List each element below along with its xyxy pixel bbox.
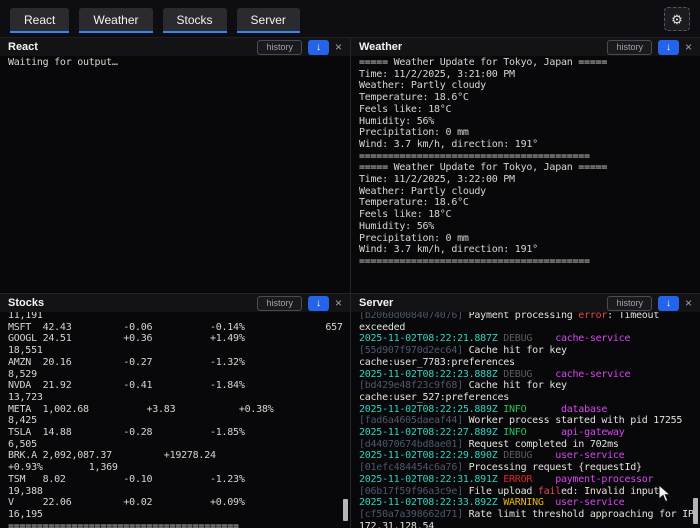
server-output: [b2060d0084074076] Payment processing er… xyxy=(359,312,694,528)
pane-title: Weather xyxy=(359,41,403,53)
gear-icon: ⚙ xyxy=(671,11,683,27)
scroll-to-bottom-button[interactable]: ↓ xyxy=(307,39,329,55)
down-arrow-icon: ↓ xyxy=(315,297,321,309)
close-icon: × xyxy=(684,40,692,54)
close-pane-button[interactable]: × xyxy=(335,297,342,309)
close-icon: × xyxy=(334,296,342,310)
history-button[interactable]: history xyxy=(257,295,302,311)
history-button[interactable]: history xyxy=(607,295,652,311)
close-icon: × xyxy=(684,296,692,310)
close-icon: × xyxy=(334,40,342,54)
scroll-to-bottom-button[interactable]: ↓ xyxy=(657,295,679,311)
pane-weather: Weather history ↓ × ===== Weather Update… xyxy=(351,38,700,293)
weather-output: ===== Weather Update for Tokyo, Japan ==… xyxy=(359,57,608,267)
pane-stocks-header: Stocks history ↓ × xyxy=(0,294,350,312)
pane-actions: history ↓ × xyxy=(607,295,692,311)
history-button[interactable]: history xyxy=(257,39,302,55)
top-tab-bar: React Weather Stocks Server ⚙ xyxy=(0,0,700,38)
close-pane-button[interactable]: × xyxy=(685,297,692,309)
down-arrow-icon: ↓ xyxy=(665,297,671,309)
tab-server[interactable]: Server xyxy=(236,7,300,33)
react-output: Waiting for output… xyxy=(8,57,118,68)
pane-server-header: Server history ↓ × xyxy=(351,294,700,312)
pane-react: React history ↓ × Waiting for output… xyxy=(0,38,350,293)
pane-server: Server history ↓ × [b2060d0084074076] Pa… xyxy=(351,294,700,528)
history-button[interactable]: history xyxy=(607,39,652,55)
pane-grid: React history ↓ × Waiting for output… We… xyxy=(0,38,700,528)
pane-react-content: Waiting for output… xyxy=(0,56,350,293)
settings-button[interactable]: ⚙ xyxy=(664,7,690,31)
pane-title: React xyxy=(8,41,38,53)
pane-stocks-content: 11,191 MSFT 42.43 -0.06 -0.14% 657 GOOGL… xyxy=(0,312,350,528)
pane-actions: history ↓ × xyxy=(257,295,342,311)
pane-server-content: [b2060d0084074076] Payment processing er… xyxy=(351,312,700,528)
pane-title: Server xyxy=(359,297,394,309)
scroll-to-bottom-button[interactable]: ↓ xyxy=(307,295,329,311)
pane-actions: history ↓ × xyxy=(607,39,692,55)
pane-react-header: React history ↓ × xyxy=(0,38,350,56)
tab-weather[interactable]: Weather xyxy=(79,7,153,33)
tab-list: React Weather Stocks Server xyxy=(10,7,300,33)
pane-title: Stocks xyxy=(8,297,45,309)
pane-stocks: Stocks history ↓ × 11,191 MSFT 42.43 -0.… xyxy=(0,294,350,528)
stocks-scrollbar-thumb[interactable] xyxy=(343,499,348,521)
stocks-output: 11,191 MSFT 42.43 -0.06 -0.14% 657 GOOGL… xyxy=(8,312,343,528)
down-arrow-icon: ↓ xyxy=(315,41,321,53)
pane-weather-content: ===== Weather Update for Tokyo, Japan ==… xyxy=(351,56,700,293)
server-scrollbar-thumb[interactable] xyxy=(693,498,698,524)
close-pane-button[interactable]: × xyxy=(335,41,342,53)
tab-stocks[interactable]: Stocks xyxy=(162,7,227,33)
pane-weather-header: Weather history ↓ × xyxy=(351,38,700,56)
close-pane-button[interactable]: × xyxy=(685,41,692,53)
scroll-to-bottom-button[interactable]: ↓ xyxy=(657,39,679,55)
down-arrow-icon: ↓ xyxy=(665,41,671,53)
tab-react[interactable]: React xyxy=(10,7,70,33)
pane-actions: history ↓ × xyxy=(257,39,342,55)
